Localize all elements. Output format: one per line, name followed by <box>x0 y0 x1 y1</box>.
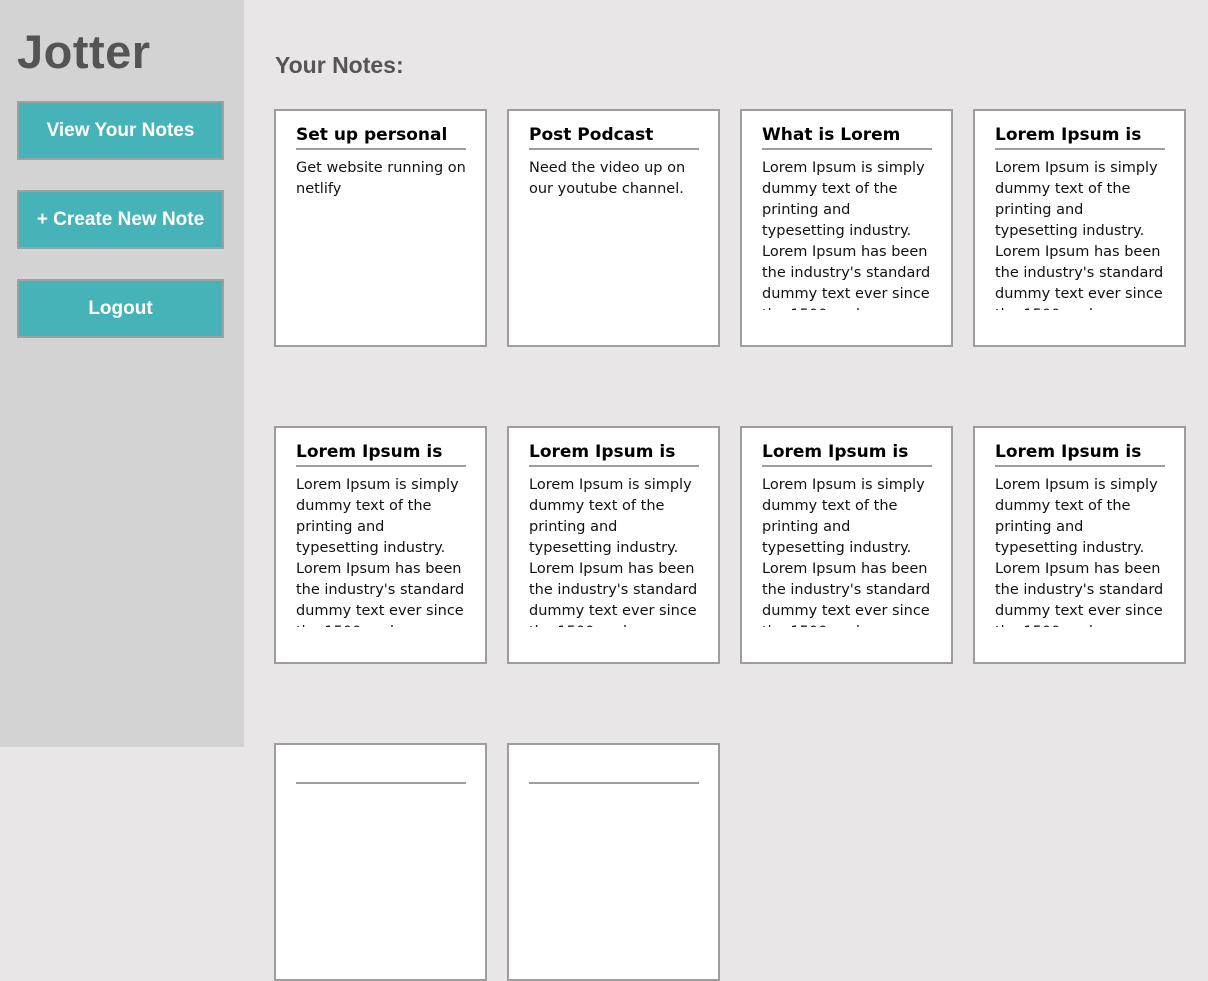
note-title: Lorem Ipsum is <box>995 123 1165 150</box>
note-card[interactable]: Lorem Ipsum is Lorem Ipsum is simply dum… <box>973 426 1186 664</box>
note-body <box>529 792 699 944</box>
note-title: Set up personal <box>296 123 466 150</box>
app-title: Jotter <box>17 25 151 78</box>
note-body <box>296 792 466 944</box>
note-body: Get website running on netlify <box>296 160 466 197</box>
view-notes-button[interactable]: View Your Notes <box>17 101 224 160</box>
note-card[interactable]: Lorem Ipsum is Lorem Ipsum is simply dum… <box>973 109 1186 347</box>
note-body: Need the video up on our youtube channel… <box>529 160 686 197</box>
note-card[interactable]: Lorem Ipsum is Lorem Ipsum is simply dum… <box>274 426 487 664</box>
note-body: Lorem Ipsum is simply dummy text of the … <box>995 160 1164 310</box>
sidebar: Jotter View Your Notes + Create New Note… <box>0 0 244 747</box>
note-card[interactable]: Set up personal Get website running on n… <box>274 109 487 347</box>
note-card[interactable]: What is Lorem Lorem Ipsum is simply dumm… <box>740 109 953 347</box>
note-title <box>529 757 699 784</box>
logout-button[interactable]: Logout <box>17 279 224 338</box>
note-body: Lorem Ipsum is simply dummy text of the … <box>762 477 931 627</box>
note-title: Lorem Ipsum is <box>995 440 1165 467</box>
create-note-button[interactable]: + Create New Note <box>17 190 224 249</box>
note-card[interactable] <box>274 743 487 981</box>
note-title <box>296 757 466 784</box>
note-card[interactable]: Lorem Ipsum is Lorem Ipsum is simply dum… <box>740 426 953 664</box>
note-body: Lorem Ipsum is simply dummy text of the … <box>529 477 698 627</box>
note-body: Lorem Ipsum is simply dummy text of the … <box>995 477 1164 627</box>
note-title: Lorem Ipsum is <box>529 440 699 467</box>
note-body: Lorem Ipsum is simply dummy text of the … <box>296 477 465 627</box>
note-card[interactable]: Post Podcast Need the video up on our yo… <box>507 109 720 347</box>
note-body: Lorem Ipsum is simply dummy text of the … <box>762 160 931 310</box>
notes-panel: Your Notes: Set up personal Get website … <box>244 0 1208 981</box>
note-title: Lorem Ipsum is <box>296 440 466 467</box>
note-title: Lorem Ipsum is <box>762 440 932 467</box>
note-title: What is Lorem <box>762 123 932 150</box>
note-card[interactable]: Lorem Ipsum is Lorem Ipsum is simply dum… <box>507 426 720 664</box>
section-title: Your Notes: <box>275 52 404 78</box>
note-card[interactable] <box>507 743 720 981</box>
note-title: Post Podcast <box>529 123 699 150</box>
